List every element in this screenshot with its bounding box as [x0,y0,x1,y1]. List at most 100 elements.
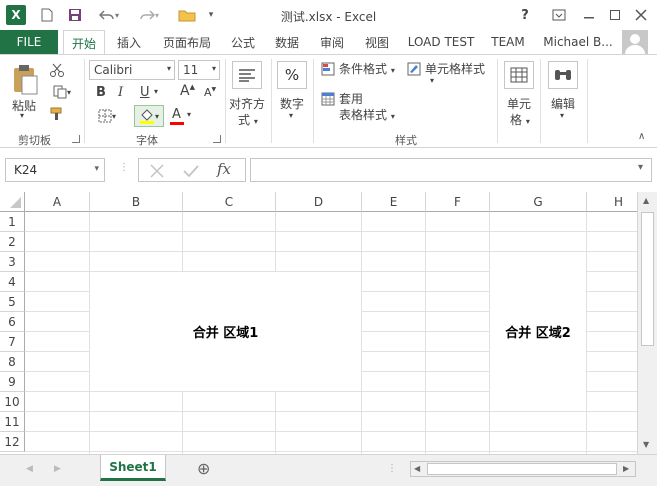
cells-icon[interactable] [504,61,534,89]
paste-icon[interactable] [10,63,40,97]
editing-label[interactable]: 编辑 [551,95,575,112]
percent-icon[interactable]: % [277,61,307,89]
cell-styles-icon[interactable] [406,61,422,77]
conditional-format-button[interactable]: 条件格式 ▾ [339,60,395,77]
format-painter-icon[interactable] [48,105,66,123]
binoculars-icon[interactable] [548,61,578,89]
borders-icon[interactable]: ▾ [92,107,122,125]
tab-view[interactable]: 视图 [358,30,396,54]
add-sheet-icon[interactable]: ⊕ [197,459,210,478]
table-format-label-1[interactable]: 套用 [339,90,363,107]
tab-formulas[interactable]: 公式 [224,30,262,54]
row-header-1[interactable]: 1 [0,212,25,232]
cut-icon[interactable] [48,61,66,79]
column-header-c[interactable]: C [183,192,276,212]
column-header-d[interactable]: D [276,192,362,212]
underline-button[interactable]: U [140,85,150,100]
tab-insert[interactable]: 插入 [110,30,148,54]
tab-file[interactable]: FILE [0,30,58,54]
font-name-value: Calibri [94,63,133,77]
row-header-9[interactable]: 9 [0,372,25,392]
column-header-f[interactable]: F [426,192,490,212]
scroll-down-icon[interactable]: ▼ [643,440,649,449]
scroll-up-icon[interactable]: ▲ [643,196,649,205]
shrink-font-button[interactable]: A▼ [204,86,216,99]
underline-dropdown-icon[interactable]: ▾ [154,87,158,96]
row-header-11[interactable]: 11 [0,412,25,432]
merged-cell-2[interactable]: 合并 区域2 [490,252,586,411]
scroll-right-icon[interactable]: ▶ [623,464,629,473]
formula-input[interactable] [250,158,652,182]
worksheet-grid[interactable]: A B C D E F G H 1 2 3 4 5 6 7 8 9 10 11 … [0,192,637,454]
tab-review[interactable]: 审阅 [313,30,351,54]
cells-label-2[interactable]: 格 ▾ [510,111,530,128]
editing-dropdown-icon[interactable]: ▾ [560,111,564,120]
cell-styles-dropdown-icon[interactable]: ▾ [430,76,434,85]
help-icon[interactable]: ? [514,4,536,26]
row-header-12[interactable]: 12 [0,432,25,452]
column-header-e[interactable]: E [362,192,426,212]
row-header-10[interactable]: 10 [0,392,25,412]
tab-page-layout[interactable]: 页面布局 [156,30,218,54]
minimize-icon[interactable] [578,4,600,26]
number-label[interactable]: 数字 [280,95,304,112]
paste-dropdown-icon[interactable]: ▾ [20,111,24,120]
select-all-corner[interactable] [0,192,25,212]
row-header-7[interactable]: 7 [0,332,25,352]
vertical-scrollbar[interactable]: ▲ ▼ [637,192,657,454]
tab-load-test[interactable]: LOAD TEST [405,30,477,54]
horizontal-scrollbar[interactable]: ◀ ▶ [410,461,636,477]
font-color-button[interactable]: A ▾ [170,107,198,127]
tab-data[interactable]: 数据 [268,30,306,54]
scroll-thumb[interactable] [641,212,654,346]
ribbon-display-icon[interactable] [548,4,570,26]
row-header-4[interactable]: 4 [0,272,25,292]
column-header-b[interactable]: B [90,192,183,212]
conditional-format-icon[interactable] [320,61,336,77]
grow-font-button[interactable]: A▲ [180,83,195,99]
alignment-icon[interactable] [232,61,262,89]
row-header-5[interactable]: 5 [0,292,25,312]
row-header-3[interactable]: 3 [0,252,25,272]
italic-button[interactable]: I [118,85,123,100]
tab-split-grip-icon[interactable]: ⋮ [387,463,397,474]
number-dropdown-icon[interactable]: ▾ [289,111,293,120]
name-box[interactable]: K24 ▾ [5,158,105,182]
cancel-icon[interactable] [147,161,167,181]
table-format-icon[interactable] [320,91,336,107]
column-header-h[interactable]: H [587,192,637,212]
cell-styles-button[interactable]: 单元格样式 [425,60,485,77]
font-name-select[interactable]: Calibri ▾ [89,60,175,80]
column-header-g[interactable]: G [490,192,587,212]
sheet-tab-sheet1[interactable]: Sheet1 [100,455,166,481]
merged-cell-1[interactable]: 合并 区域1 [90,272,361,391]
bold-button[interactable]: B [96,85,106,100]
row-header-8[interactable]: 8 [0,352,25,372]
alignment-label-2[interactable]: 式 ▾ [238,111,258,128]
row-header-2[interactable]: 2 [0,232,25,252]
avatar[interactable] [622,30,648,54]
tab-team[interactable]: TEAM [485,30,531,54]
prev-sheet-icon[interactable]: ◀ [26,464,33,474]
font-launcher-icon[interactable] [213,135,221,143]
insert-function-icon[interactable]: fx [217,160,231,178]
table-format-label-2[interactable]: 表格样式 ▾ [339,106,395,123]
close-icon[interactable] [630,4,652,26]
font-size-select[interactable]: 11 ▾ [178,60,220,80]
scroll-left-icon[interactable]: ◀ [414,464,420,473]
row-header-6[interactable]: 6 [0,312,25,332]
fill-color-icon[interactable]: ▾ [134,105,164,127]
alignment-label-1[interactable]: 对齐方 [229,95,265,112]
maximize-icon[interactable] [604,4,626,26]
user-name[interactable]: Michael B... [538,30,618,54]
enter-icon[interactable] [181,161,201,181]
clipboard-launcher-icon[interactable] [72,135,80,143]
expand-formula-icon[interactable]: ▾ [638,162,643,173]
tab-home[interactable]: 开始 [63,30,105,55]
cells-label-1[interactable]: 单元 [507,95,531,112]
horizontal-scroll-thumb[interactable] [427,463,617,475]
column-header-a[interactable]: A [25,192,90,212]
collapse-ribbon-icon[interactable]: ∧ [638,131,645,142]
copy-icon[interactable]: ▾ [48,83,76,101]
next-sheet-icon[interactable]: ▶ [54,464,61,474]
